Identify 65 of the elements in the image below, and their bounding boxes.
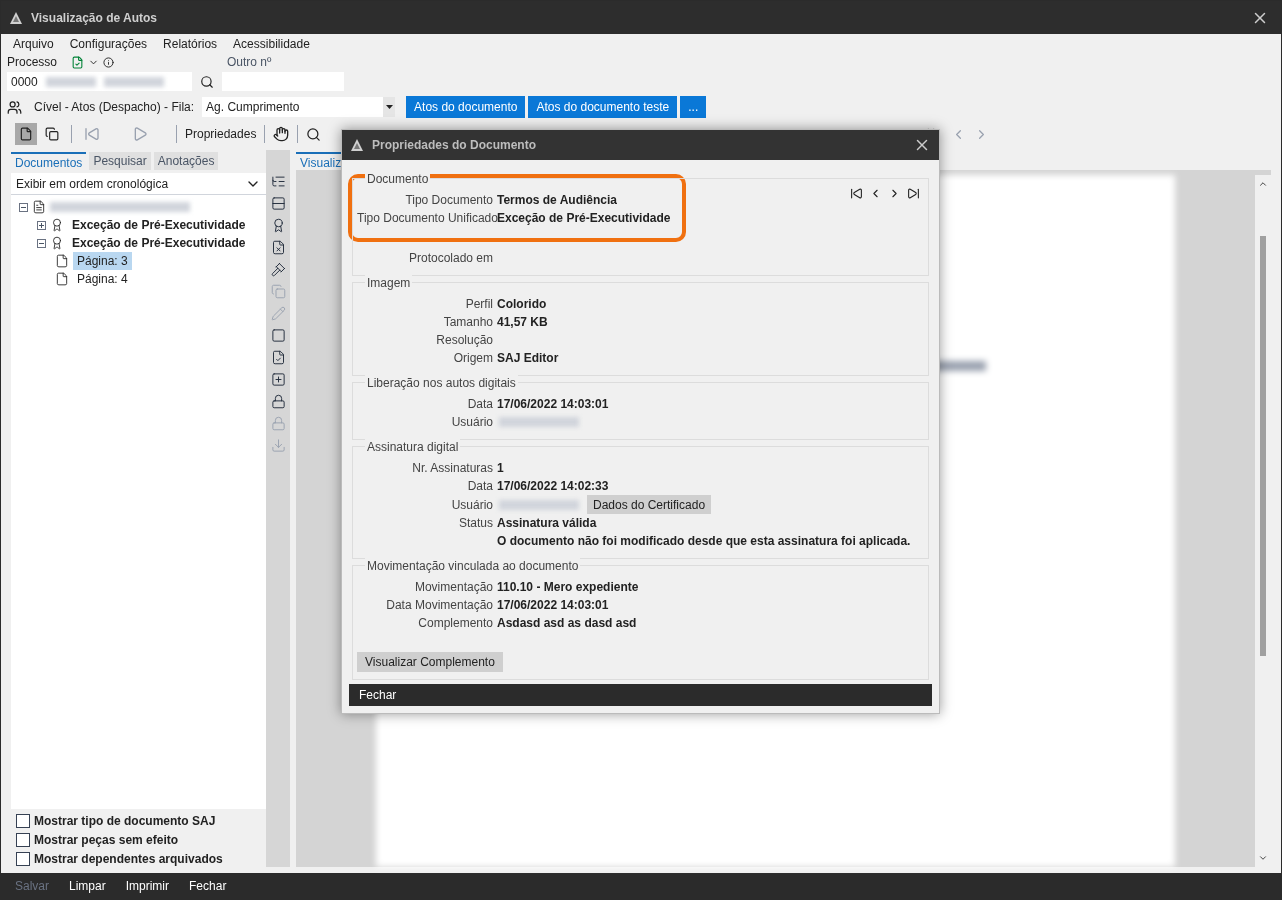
action-button[interactable]: ... <box>680 96 707 118</box>
field-label: Usuário <box>451 415 493 429</box>
panel-tab[interactable]: Pesquisar <box>89 152 151 170</box>
view-complement-button[interactable]: Visualizar Complemento <box>357 652 503 672</box>
tree-item[interactable]: Página: 4 <box>73 270 132 288</box>
field-label: Data <box>467 397 493 411</box>
field-label: Tipo Documento <box>405 193 493 207</box>
field-label: Protocolado em <box>408 251 493 265</box>
field-value: O documento não foi modificado desde que esta assinatura foi aplicada. <box>497 533 911 550</box>
panel-tab[interactable]: Documentos <box>11 152 87 170</box>
field-label: Resolução <box>436 333 493 347</box>
menu-item[interactable]: Configurações <box>69 35 148 53</box>
certificate-button[interactable]: Dados do Certificado <box>587 495 712 514</box>
checkbox-label[interactable]: Mostrar peças sem efeito <box>34 831 179 849</box>
field-label: Origem <box>453 351 493 365</box>
field-value: SAJ Editor <box>497 350 559 367</box>
group-title: Assinatura digital <box>365 438 461 456</box>
field-value: Colorido <box>497 296 547 313</box>
field-value: 41,57 KB <box>497 314 548 331</box>
field-value: 17/06/2022 14:03:01 <box>497 396 609 413</box>
tree-item[interactable]: Exceção de Pré-Executividade <box>68 216 250 234</box>
footer-button[interactable]: Fechar <box>189 877 227 895</box>
field-value: 17/06/2022 14:02:33 <box>497 478 609 495</box>
field-label: Tipo Documento Unificado <box>357 211 498 225</box>
field-label: Data Movimentação <box>386 598 493 612</box>
order-select[interactable]: Exibir em ordem cronológica <box>11 173 266 194</box>
footer-button[interactable]: Limpar <box>69 877 106 895</box>
field-label: Tamanho <box>443 315 493 329</box>
field-label: Processo <box>7 54 59 71</box>
field-label: Data <box>467 479 493 493</box>
field-value: 17/06/2022 14:03:01 <box>497 597 609 614</box>
group-title: Liberação nos autos digitais <box>365 374 518 392</box>
checkbox-label[interactable]: Mostrar dependentes arquivados <box>34 850 223 868</box>
field-value: Exceção de Pré-Executividade <box>497 210 671 227</box>
field-value: 1 <box>497 460 504 477</box>
queue-select[interactable]: Ag. Cumprimento <box>202 97 396 117</box>
tree-item[interactable]: Página: 3 <box>73 252 132 270</box>
group-title: Imagem <box>365 274 413 292</box>
menu-item[interactable]: Acessibilidade <box>233 35 310 53</box>
field-label: Nr. Assinaturas <box>412 461 493 475</box>
field-label: Outro nº <box>227 54 272 71</box>
action-button[interactable]: Atos do documento teste <box>528 96 678 118</box>
dialog-title: Propriedades do Documento <box>372 137 537 154</box>
field-value: Assinatura válida <box>497 515 597 532</box>
field-label: Usuário <box>451 497 493 512</box>
window-title: Visualização de Autos <box>31 9 158 27</box>
menu-item[interactable]: Arquivo <box>13 35 54 53</box>
panel-tab[interactable]: Anotações <box>153 152 219 170</box>
process-number-field[interactable]: 0000 <box>7 72 192 91</box>
tree-item[interactable]: Exceção de Pré-Executividade <box>68 234 250 252</box>
field-label: Movimentação <box>414 580 493 594</box>
field-label: Perfil <box>465 297 493 311</box>
close-button[interactable]: Fechar <box>359 686 397 704</box>
queue-label: Cível - Atos (Despacho) - Fila: <box>34 99 195 116</box>
group-title: Movimentação vinculada ao documento <box>365 557 581 575</box>
field-value: Termos de Audiência <box>497 192 618 209</box>
field-value: Asdasd asd as dasd asd <box>497 615 637 632</box>
field-label: Status <box>458 516 493 530</box>
properties-button[interactable]: Propriedades <box>185 125 257 143</box>
menu-item[interactable]: Relatórios <box>163 35 218 53</box>
footer-button[interactable]: Imprimir <box>125 877 170 895</box>
action-button[interactable]: Atos do documento <box>406 96 526 118</box>
checkbox-label[interactable]: Mostrar tipo de documento SAJ <box>34 812 216 830</box>
field-label: Complemento <box>418 616 493 630</box>
field-value: 110.10 - Mero expediente <box>497 579 639 596</box>
